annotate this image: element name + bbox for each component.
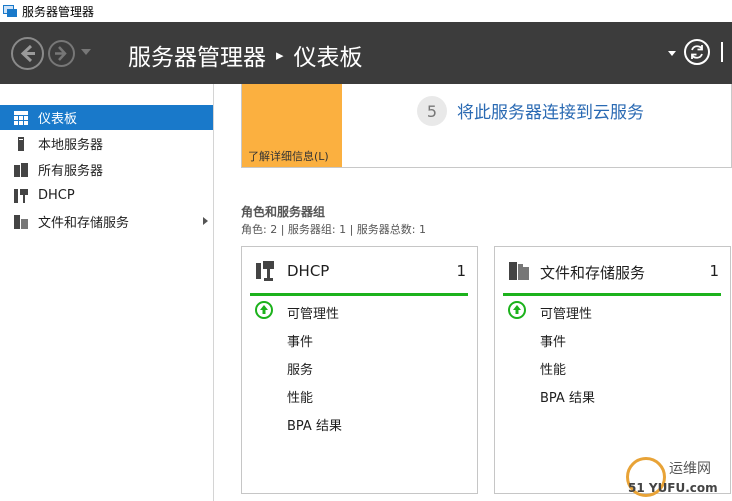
card-row-manageability[interactable]: 可管理性 <box>540 303 592 322</box>
arrow-right-icon <box>55 46 67 61</box>
back-button[interactable] <box>11 37 44 70</box>
dhcp-icon <box>14 188 28 203</box>
card-count: 1 <box>709 262 719 280</box>
card-row-events[interactable]: 事件 <box>540 331 566 350</box>
window-title: 服务器管理器 <box>22 4 95 19</box>
sidebar-item-dhcp[interactable]: DHCP <box>0 183 213 208</box>
history-dropdown-button[interactable] <box>81 49 91 55</box>
card-title[interactable]: 文件和存储服务 <box>540 262 645 283</box>
breadcrumb-current: 仪表板 <box>293 45 363 71</box>
step-number-badge: 5 <box>417 96 447 126</box>
refresh-button[interactable] <box>684 39 710 65</box>
roles-summary: 角色: 2 | 服务器组: 1 | 服务器总数: 1 <box>241 223 427 236</box>
breadcrumb-separator: ▸ <box>276 46 284 64</box>
forward-button[interactable] <box>48 40 75 67</box>
learn-more-tile[interactable]: 了解详细信息(L) <box>242 84 342 167</box>
card-count: 1 <box>456 262 466 280</box>
breadcrumb-root[interactable]: 服务器管理器 <box>128 38 266 72</box>
header-dropdown-button[interactable] <box>668 51 676 56</box>
card-row-manageability[interactable]: 可管理性 <box>287 303 339 322</box>
sidebar-item-dashboard[interactable]: 仪表板 <box>0 105 213 130</box>
roles-section-title: 角色和服务器组 <box>241 205 326 219</box>
sidebar-item-label: 仪表板 <box>38 112 78 127</box>
sidebar-item-all-servers[interactable]: 所有服务器 <box>0 157 213 182</box>
card-row-services[interactable]: 服务 <box>287 359 313 378</box>
watermark-url: 51 YUFU.com <box>628 481 718 495</box>
manage-menu-separator <box>721 42 723 62</box>
arrow-left-icon <box>20 44 35 63</box>
card-status-bar <box>503 293 721 296</box>
role-card-dhcp[interactable]: DHCP 1 可管理性 事件 服务 性能 BPA 结果 <box>241 246 478 494</box>
sidebar-item-local-server[interactable]: 本地服务器 <box>0 131 213 156</box>
card-row-bpa[interactable]: BPA 结果 <box>540 387 595 406</box>
server-icon <box>14 136 28 151</box>
dashboard-content: 了解详细信息(L) 5 将此服务器连接到云服务 角色和服务器组 角色: 2 | … <box>215 84 732 501</box>
learn-more-link[interactable]: 了解详细信息(L) <box>248 148 329 164</box>
watermark-text: 运维网 <box>669 461 711 477</box>
file-storage-icon <box>14 214 28 229</box>
sidebar-item-label: DHCP <box>38 188 75 203</box>
sidebar: 仪表板 本地服务器 所有服务器 DHCP 文件和存储服务 <box>0 84 214 501</box>
card-row-bpa[interactable]: BPA 结果 <box>287 415 342 434</box>
welcome-panel: 了解详细信息(L) 5 将此服务器连接到云服务 <box>241 84 732 168</box>
refresh-icon <box>691 45 703 59</box>
dhcp-icon <box>256 261 274 281</box>
sidebar-item-label: 本地服务器 <box>38 138 104 153</box>
chevron-right-icon[interactable] <box>203 217 208 225</box>
server-manager-icon <box>3 5 17 17</box>
breadcrumb: 服务器管理器 ▸ 仪表板 <box>128 38 363 72</box>
servers-icon <box>14 162 28 177</box>
status-ok-icon <box>255 301 273 319</box>
card-status-bar <box>250 293 468 296</box>
dashboard-icon <box>14 110 28 125</box>
card-row-performance[interactable]: 性能 <box>287 387 313 406</box>
status-ok-icon <box>508 301 526 319</box>
window-titlebar: 服务器管理器 <box>0 0 732 22</box>
card-row-events[interactable]: 事件 <box>287 331 313 350</box>
sidebar-item-file-storage[interactable]: 文件和存储服务 <box>0 209 213 234</box>
sidebar-item-label: 所有服务器 <box>38 164 104 179</box>
header-bar: 服务器管理器 ▸ 仪表板 <box>0 22 732 84</box>
sidebar-item-label: 文件和存储服务 <box>38 216 130 231</box>
file-storage-icon <box>509 261 529 281</box>
watermark: 运维网 51 YUFU.com <box>612 455 732 501</box>
card-title[interactable]: DHCP <box>287 262 329 280</box>
card-row-performance[interactable]: 性能 <box>540 359 566 378</box>
connect-cloud-link[interactable]: 将此服务器连接到云服务 <box>457 98 644 123</box>
